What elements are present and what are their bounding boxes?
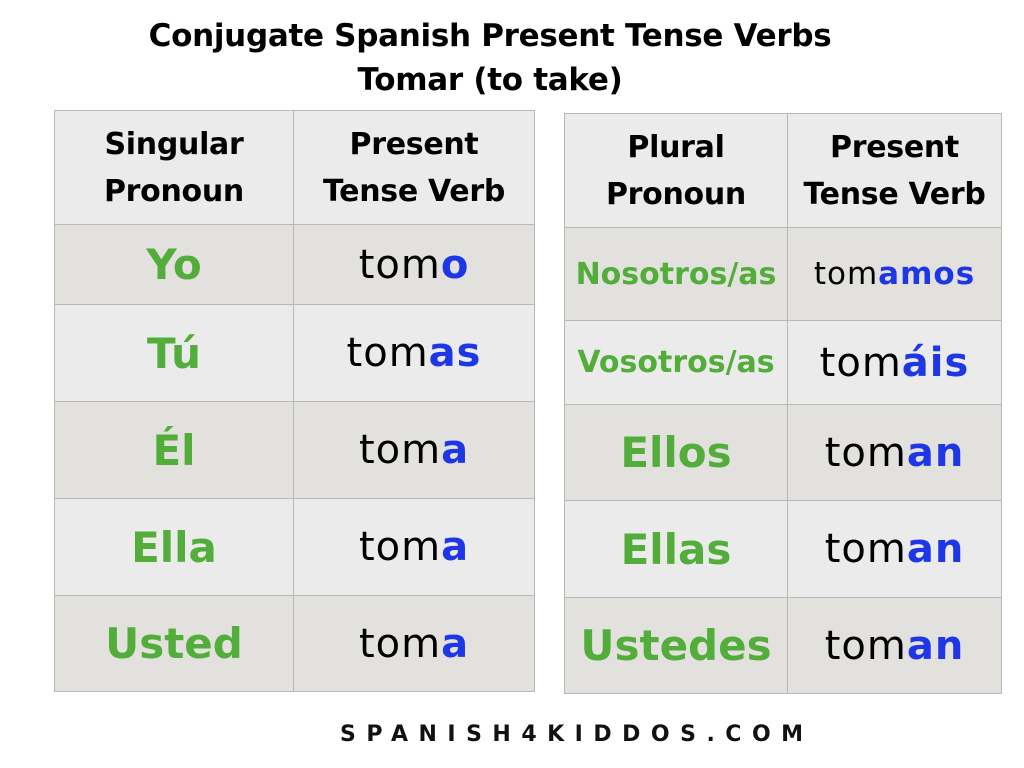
verb-ending: a <box>441 524 470 570</box>
title-line-1: Conjugate Spanish Present Tense Verbs <box>148 18 832 54</box>
verb-cell: tomo <box>293 224 535 305</box>
verb-ending: a <box>441 427 470 473</box>
verb-ending: as <box>428 330 482 376</box>
pronoun-cell: Vosotros/as <box>564 320 788 405</box>
table-header-row: Plural Pronoun Present Tense Verb <box>564 113 1002 228</box>
table-row: Vosotros/as tomáis <box>564 320 1002 405</box>
verb-ending: áis <box>901 339 970 386</box>
table-row: Él toma <box>54 401 535 499</box>
table-row: Ellos toman <box>564 404 1002 501</box>
verb-stem: tom <box>824 622 907 669</box>
pronoun-cell: Usted <box>54 595 294 692</box>
verb-ending: an <box>906 429 965 476</box>
verb-ending: a <box>441 620 470 667</box>
header-present-tense-verb: Present Tense Verb <box>787 113 1002 228</box>
title-line-2: Tomar (to take) <box>357 62 623 98</box>
verb-stem: tom <box>358 241 441 288</box>
table-row: Usted toma <box>54 595 535 692</box>
verb-cell: toman <box>787 404 1002 501</box>
pronoun-cell: Ella <box>54 498 294 596</box>
table-row: Ella toma <box>54 498 535 596</box>
verb-stem: tom <box>358 427 442 473</box>
verb-ending: an <box>906 622 965 669</box>
page-title: Conjugate Spanish Present Tense Verbs To… <box>0 14 980 102</box>
table-row: Yo tomo <box>54 224 535 305</box>
verb-ending: o <box>440 241 470 288</box>
verb-cell: tomamos <box>787 227 1002 321</box>
header-present-tense-verb: Present Tense Verb <box>293 110 535 225</box>
verb-stem: tom <box>813 256 879 292</box>
verb-stem: tom <box>358 524 442 570</box>
verb-cell: toma <box>293 401 535 499</box>
verb-cell: toman <box>787 500 1002 598</box>
pronoun-cell: Nosotros/as <box>564 227 788 321</box>
header-singular-pronoun: Singular Pronoun <box>54 110 294 225</box>
pronoun-cell: Tú <box>54 304 294 402</box>
table-row: Nosotros/as tomamos <box>564 227 1002 321</box>
verb-stem: tom <box>358 620 442 667</box>
verb-ending: an <box>906 526 965 572</box>
verb-cell: toma <box>293 498 535 596</box>
verb-cell: tomáis <box>787 320 1002 405</box>
verb-cell: tomas <box>293 304 535 402</box>
table-row: Ustedes toman <box>564 597 1002 694</box>
verb-stem: tom <box>824 526 907 572</box>
table-header-row: Singular Pronoun Present Tense Verb <box>54 110 535 225</box>
table-row: Ellas toman <box>564 500 1002 598</box>
pronoun-cell: Ellas <box>564 500 788 598</box>
verb-ending: amos <box>878 256 976 292</box>
website-watermark: SPANISH4KIDDOS.COM <box>340 722 814 747</box>
singular-conjugation-table: Singular Pronoun Present Tense Verb Yo t… <box>54 110 535 692</box>
pronoun-cell: Ellos <box>564 404 788 501</box>
verb-cell: toma <box>293 595 535 692</box>
verb-stem: tom <box>346 330 429 376</box>
pronoun-cell: Ustedes <box>564 597 788 694</box>
pronoun-cell: Yo <box>54 224 294 305</box>
verb-stem: tom <box>819 339 902 386</box>
table-row: Tú tomas <box>54 304 535 402</box>
header-plural-pronoun: Plural Pronoun <box>564 113 788 228</box>
plural-conjugation-table: Plural Pronoun Present Tense Verb Nosotr… <box>564 113 1002 694</box>
pronoun-cell: Él <box>54 401 294 499</box>
verb-cell: toman <box>787 597 1002 694</box>
verb-stem: tom <box>824 429 907 476</box>
